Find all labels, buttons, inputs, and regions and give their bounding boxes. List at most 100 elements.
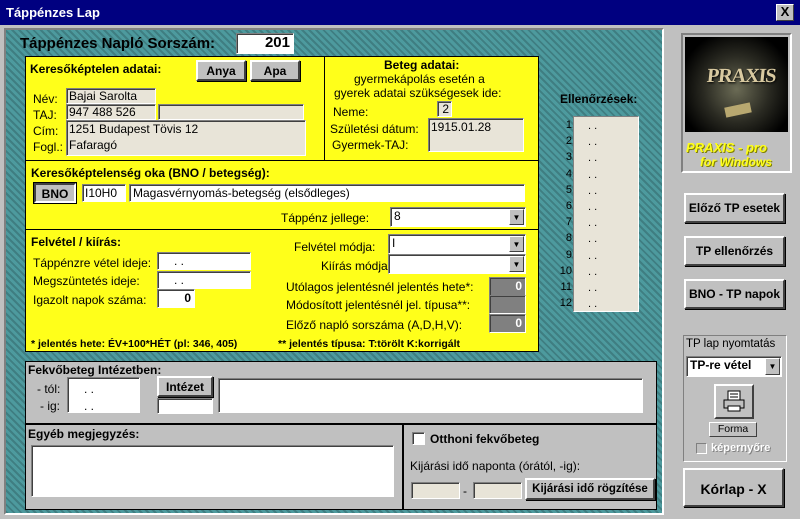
foglalkozas-label: Fogl.: [33, 140, 64, 154]
felvetel-modja-select[interactable]: I ▼ [388, 234, 526, 254]
intezet-name-field[interactable] [218, 378, 643, 413]
foglalkozas-value: Fafaragó [69, 138, 118, 152]
neme-field[interactable]: 2 [437, 101, 452, 117]
chevron-down-icon[interactable]: ▼ [509, 209, 524, 225]
ellenorzes-number: 11. [560, 281, 575, 294]
ig-label: - ig: [40, 399, 61, 413]
cim-value: 1251 Budapest Tövis 12 [69, 122, 199, 136]
printer-icon [723, 390, 745, 412]
ellenorzes-number: 5. [565, 183, 575, 196]
fekvobeteg-title: Fekvőbeteg Intézetben: [28, 363, 162, 377]
logo-line-2: for Windows [700, 155, 772, 169]
ellenorzes-number: 1. [565, 119, 575, 131]
cim-label: Cím: [33, 124, 59, 138]
ellenorzes-value: . . [588, 298, 598, 311]
naplo-sorszam-field[interactable]: 201 [236, 33, 294, 54]
ellenorzes-value: . . [588, 152, 598, 165]
ellenorzes-value: . . [588, 265, 598, 278]
ellenorzesek-title: Ellenőrzések: [560, 92, 638, 106]
nyomtatas-value: TP-re vétel [690, 358, 752, 372]
ellenorzes-number: 6. [565, 200, 575, 213]
kijarasi-rogzites-button[interactable]: Kijárási idő rögzítése [525, 478, 655, 500]
apa-button[interactable]: Apa [250, 60, 300, 81]
ellenorzes-value: . . [588, 201, 598, 214]
naplo-sorszam-label: Táppénzes Napló Sorszám: [20, 35, 216, 52]
taj-extra-field[interactable] [158, 104, 304, 120]
divider [25, 160, 539, 161]
kepernyore-label: képernyőre [711, 442, 771, 454]
ellenorzes-number: 9. [565, 248, 575, 261]
window-title: Táppénzes Lap [0, 0, 800, 25]
kiiras-modja-select[interactable]: ▼ [388, 254, 526, 274]
nev-field[interactable]: Bajai Sarolta [66, 88, 156, 104]
vetel-label: Táppénzre vétel ideje: [33, 256, 152, 270]
bno-tp-napok-button[interactable]: BNO - TP napok [684, 279, 785, 309]
chevron-down-icon[interactable]: ▼ [765, 358, 780, 375]
bno-code-field[interactable]: I10H0 [82, 184, 126, 202]
ellenorzes-number: 2. [565, 135, 575, 148]
felvetel-modja-value: I [392, 236, 396, 250]
close-button[interactable]: X [776, 4, 794, 21]
nyomtatas-select[interactable]: TP-re vétel ▼ [686, 356, 782, 377]
keresokeptelen-title: Keresőképtelen adatai: [30, 62, 162, 76]
tol-ig-field[interactable]: . . . . [67, 377, 140, 413]
ellenorzes-value: . . [588, 249, 598, 262]
ellenorzesek-list[interactable]: . . . . . . . . . . . . . . . . . . . . . . . . [573, 116, 639, 312]
kijarasi-label: Kijárási idő naponta (órától, -ig): [410, 459, 581, 473]
nyomtatas-label: TP lap nyomtatás [686, 338, 776, 350]
tp-ellenorzes-button[interactable]: TP ellenőrzés [684, 236, 785, 266]
nev-label: Név: [33, 92, 58, 106]
jelleg-select[interactable]: 8 ▼ [390, 207, 526, 227]
ellenorzes-value: . . [588, 168, 598, 181]
ellenorzes-number: 3. [565, 151, 575, 164]
tol-label: - tól: [37, 382, 61, 396]
ok-title: Keresőképtelenség oka (BNO / betegség): [31, 166, 270, 180]
gyermek-taj-label: Gyermek-TAJ: [332, 138, 409, 152]
elozo-sorszam-field[interactable]: 0 [489, 314, 526, 333]
print-button[interactable] [714, 384, 754, 419]
footnote-jelentes-tipusa: ** jelentés típusa: T:törölt K:korrigált [278, 338, 461, 350]
intezet-button[interactable]: Intézet [157, 376, 213, 397]
forma-button[interactable]: Forma [709, 422, 757, 437]
footnote-jelentes-hete: * jelentés hete: ÉV+100*HÉT (pl: 346, 40… [31, 338, 238, 350]
otthoni-label: Otthoni fekvőbeteg [430, 432, 540, 446]
ellenorzes-number: 4. [565, 167, 575, 180]
book-icon [724, 102, 752, 118]
utolagos-label: Utólagos jelentésnél jelentés hete*: [286, 280, 474, 294]
megszuntetes-field[interactable]: . . [157, 271, 251, 289]
kijarasi-ig-field[interactable] [473, 482, 522, 499]
egyeb-textarea[interactable] [31, 445, 394, 497]
praxis-logo-image: PRAXIS [685, 37, 788, 132]
anya-button[interactable]: Anya [196, 60, 246, 81]
kijarasi-tol-field[interactable] [411, 482, 460, 499]
modositott-field[interactable] [489, 295, 526, 314]
vetel-field[interactable]: . . [157, 252, 251, 270]
taj-field[interactable]: 947 488 526 [66, 104, 156, 120]
chevron-down-icon[interactable]: ▼ [509, 256, 524, 272]
logo-text: PRAXIS [705, 65, 777, 87]
elozo-sorszam-label: Előző napló sorszáma (A,D,H,V): [286, 318, 463, 332]
igazolt-field[interactable]: 0 [157, 289, 195, 308]
kepernyore-checkbox[interactable] [696, 443, 707, 454]
ellenorzes-value: . . [588, 282, 598, 295]
taj-label: TAJ: [33, 108, 57, 122]
szuletesi-field[interactable]: 1915.01.28 [428, 118, 524, 152]
neme-label: Neme: [333, 105, 369, 119]
megszuntetes-label: Megszüntetés ideje: [33, 274, 140, 288]
jelleg-label: Táppénz jellege: [281, 211, 370, 225]
utolagos-field[interactable]: 0 [489, 277, 526, 296]
otthoni-checkbox[interactable] [412, 432, 425, 445]
elozo-tp-button[interactable]: Előző TP esetek [684, 193, 785, 223]
tol-value: . . [84, 382, 95, 396]
ellenorzes-number: 7. [565, 216, 575, 229]
bno-desc-field[interactable]: Magasvérnyomás-betegség (elsődleges) [129, 184, 525, 202]
bno-button[interactable]: BNO [33, 182, 77, 204]
ellenorzes-number: 12. [559, 297, 575, 310]
korlap-button[interactable]: Kórlap - X [683, 468, 784, 507]
cim-field[interactable]: 1251 Budapest Tövis 12 Fafaragó [66, 120, 306, 156]
beteg-subtitle-1: gyermekápolás esetén a [354, 72, 485, 86]
ellenorzes-value: . . [588, 136, 598, 149]
intezet-code-field[interactable] [157, 398, 213, 414]
beteg-title: Beteg adatai: [384, 58, 460, 72]
chevron-down-icon[interactable]: ▼ [509, 236, 524, 252]
